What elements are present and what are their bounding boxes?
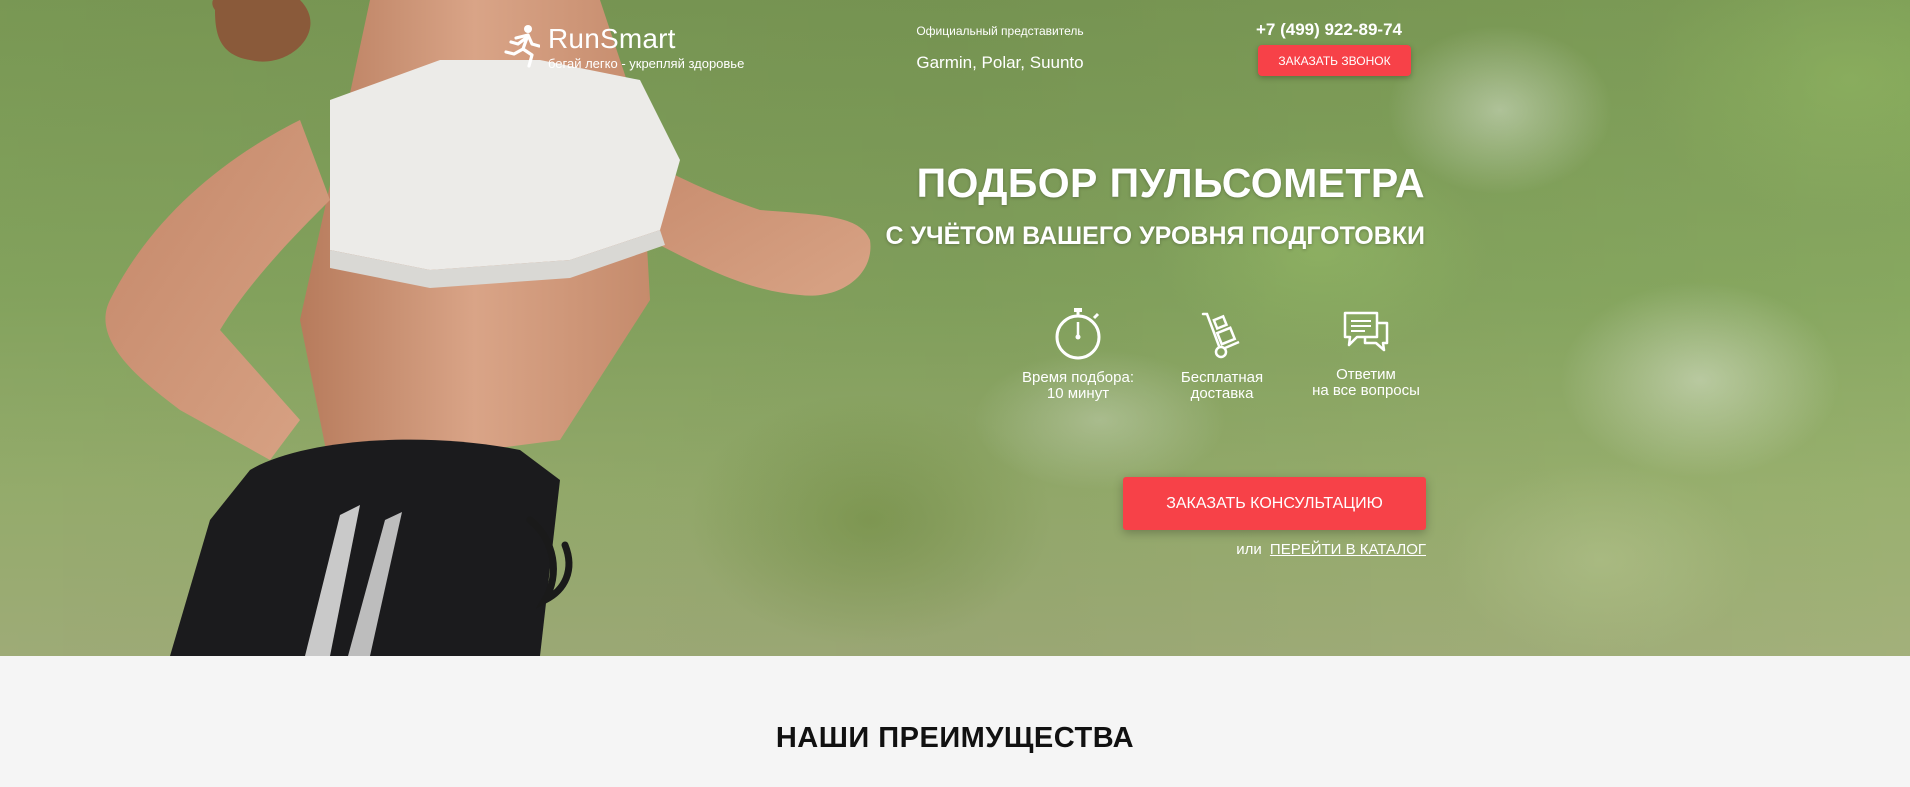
feature-selection-time-text: Время подбора: 10 минут [1013, 370, 1143, 402]
catalog-line: или ПЕРЕЙТИ В КАТАЛОГ [1180, 541, 1426, 558]
official-brands: Garmin, Polar, Suunto [916, 53, 1084, 72]
feature-selection-time: Время подбора: 10 минут [1013, 306, 1143, 402]
logo-name: RunSmart [548, 23, 676, 54]
order-consultation-button[interactable]: ЗАКАЗАТЬ КОНСУЛЬТАЦИЮ [1123, 477, 1426, 530]
feature-line: Время подбора: [1022, 369, 1134, 386]
logo-tagline: бегай легко - укрепляй здоровье [548, 56, 745, 71]
feature-line: доставка [1190, 385, 1254, 402]
feature-line: Бесплатная [1180, 369, 1264, 386]
chat-bubbles-icon [1343, 311, 1389, 352]
advantages-title: НАШИ ПРЕИМУЩЕСТВА [775, 722, 1135, 754]
call-back-button[interactable]: ЗАКАЗАТЬ ЗВОНОК [1258, 45, 1411, 76]
runner-background-image [105, 0, 871, 656]
feature-line: Ответим [1336, 366, 1396, 383]
official-dealer-block: Официальный представитель Garmin, Polar,… [905, 23, 1095, 73]
feature-line: 10 минут [1046, 385, 1110, 402]
feature-free-delivery-text: Бесплатная доставка [1162, 370, 1282, 402]
feature-answers-text: Ответим на все вопросы [1300, 367, 1432, 399]
hero-subtitle: С УЧЁТОМ ВАШЕГО УРОВНЯ ПОДГОТОВКИ [885, 222, 1425, 250]
feature-answers: Ответим на все вопросы [1300, 309, 1432, 399]
feature-free-delivery: Бесплатная доставка [1162, 306, 1282, 402]
official-dealer-label: Официальный представитель [916, 24, 1084, 38]
catalog-link[interactable]: ПЕРЕЙТИ В КАТАЛОГ [1270, 541, 1426, 558]
phone-number[interactable]: +7 (499) 922-89-74 [1248, 20, 1410, 40]
hand-truck-icon [1201, 312, 1240, 359]
feature-line: на все вопросы [1312, 382, 1420, 399]
logo[interactable]: RunSmart бегай легко - укрепляй здоровье [502, 24, 744, 72]
hero-section: RunSmart бегай легко - укрепляй здоровье… [0, 0, 1910, 656]
stopwatch-icon [1055, 308, 1101, 360]
hero-title: ПОДБОР ПУЛЬСОМЕТРА [916, 160, 1425, 206]
runner-icon [504, 25, 540, 68]
catalog-prefix: или [1236, 541, 1262, 558]
